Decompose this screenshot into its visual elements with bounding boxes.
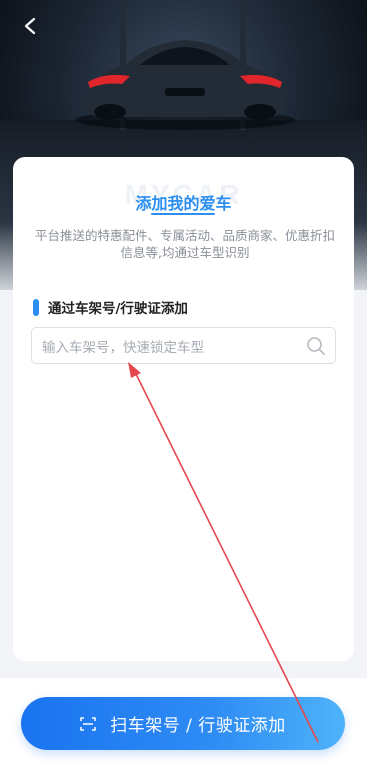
scan-button-label: 扫车架号 / 行驶证添加 <box>110 716 286 736</box>
card-description: 平台推送的特惠配件、专属活动、品质商家、优惠折扣信息等,均通过车型识别 <box>35 228 336 260</box>
add-car-card: MYCAR 添加我的爱车 平台推送的特惠配件、专属活动、品质商家、优惠折扣信息等… <box>13 157 354 661</box>
vin-search-input[interactable]: 输入车架号，快速锁定车型 <box>31 327 336 364</box>
title-underline <box>151 213 215 215</box>
scan-icon <box>80 716 96 731</box>
scan-vin-license-button[interactable]: 扫车架号 / 行驶证添加 <box>21 697 345 750</box>
section-accent-bar <box>33 298 39 316</box>
chevron-left-icon <box>24 17 36 35</box>
back-button[interactable] <box>16 12 44 40</box>
vin-search-placeholder: 输入车架号，快速锁定车型 <box>42 339 204 356</box>
search-icon[interactable] <box>305 335 327 357</box>
section-heading-label: 通过车架号/行驶证添加 <box>48 301 188 317</box>
card-title: 添加我的爱车 <box>135 194 232 213</box>
section-heading: 通过车架号/行驶证添加 <box>33 297 188 317</box>
car-illustration <box>75 40 295 130</box>
